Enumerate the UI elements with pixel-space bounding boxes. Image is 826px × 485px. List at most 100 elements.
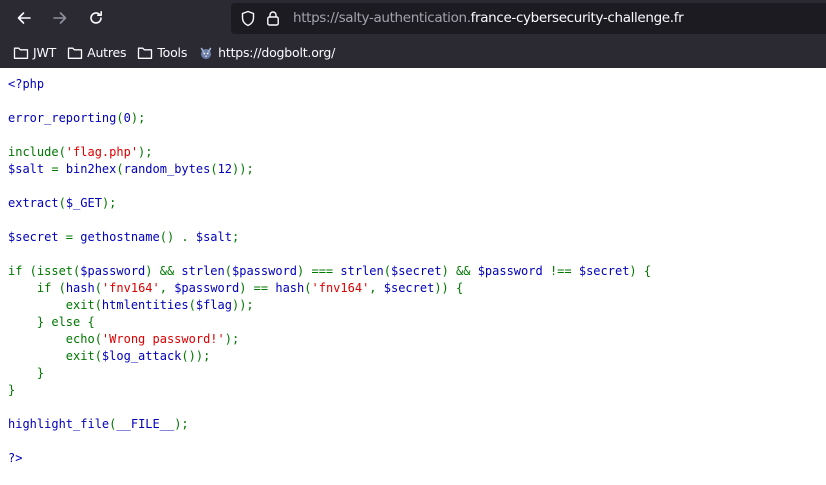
forward-button[interactable] <box>48 6 72 30</box>
code-token: , <box>159 281 175 295</box>
code-token: hash <box>275 281 305 295</box>
code-token: ) && <box>145 264 182 278</box>
code-token: !== <box>549 264 579 278</box>
code-token: include( <box>8 145 66 159</box>
code-token: } else { <box>36 315 95 329</box>
code-token: error_reporting <box>8 111 117 125</box>
reload-icon <box>90 11 102 24</box>
code-token: hash <box>65 281 95 295</box>
code-token: if ( <box>36 281 66 295</box>
code-token: ); <box>101 196 117 210</box>
code-token: $secret <box>390 264 442 278</box>
back-button[interactable] <box>12 6 36 30</box>
code-token: , <box>369 281 384 295</box>
code-line: <?php <box>8 76 651 93</box>
code-token: ( <box>58 196 66 210</box>
code-token: $flag <box>195 298 232 312</box>
code-token: = <box>65 230 81 244</box>
code-line: } <box>8 382 651 399</box>
code-token: $secret <box>8 230 66 244</box>
arrow-left-icon <box>17 12 31 24</box>
url-text[interactable]: https://salty-authentication.france-cybe… <box>293 3 684 34</box>
code-token: $_GET <box>65 196 102 210</box>
code-token: 12 <box>217 162 233 176</box>
code-token: 'flag.php' <box>65 145 139 159</box>
code-token: echo( <box>65 332 102 346</box>
code-token: )) { <box>434 281 464 295</box>
bookmark-dogbolt[interactable]: https://dogbolt.org/ <box>197 41 335 65</box>
code-token: strlen <box>181 264 225 278</box>
code-line: $secret = gethostname() . $salt; <box>8 229 651 246</box>
code-line: if (isset($password) && strlen($password… <box>8 263 651 280</box>
code-token: } <box>36 366 45 380</box>
code-token: exit( <box>65 298 102 312</box>
url-domain: france-cybersecurity-challenge.fr <box>470 10 684 26</box>
page-content: <?php error_reporting(0); include('flag.… <box>0 68 826 485</box>
bookmark-label: Autres <box>87 45 127 60</box>
bookmark-tools[interactable]: Tools <box>136 41 187 65</box>
tracking-protection-shield-icon[interactable] <box>240 10 256 27</box>
folder-icon <box>136 45 154 61</box>
code-line: exit(htmlentities($flag)); <box>8 297 651 314</box>
code-token: () . <box>159 230 196 244</box>
code-line: } <box>8 365 651 382</box>
bookmark-label: Tools <box>157 45 188 60</box>
code-token: ( <box>188 298 196 312</box>
code-token: ( <box>304 281 312 295</box>
code-line: if (hash('fnv164', $password) == hash('f… <box>8 280 651 297</box>
code-token: 0 <box>123 111 131 125</box>
code-token: ; <box>231 230 240 244</box>
code-token: = <box>51 162 66 176</box>
bookmarks-toolbar: JWT Autres Tools https://dogbolt.org/ <box>0 37 826 68</box>
code-token: ()); <box>181 349 211 363</box>
code-token: <?php <box>8 77 45 91</box>
code-token: )); <box>232 162 254 176</box>
code-token: ); <box>224 332 240 346</box>
navigation-toolbar: https://salty-authentication.france-cybe… <box>0 0 826 37</box>
code-line: extract($_GET); <box>8 195 651 212</box>
code-token: $salt <box>195 230 232 244</box>
code-token: gethostname <box>80 230 160 244</box>
code-token: ); <box>174 417 189 431</box>
bookmark-jwt[interactable]: JWT <box>12 41 56 65</box>
code-token: 'fnv164' <box>311 281 370 295</box>
code-line: error_reporting(0); <box>8 110 651 127</box>
code-token: $password <box>232 264 298 278</box>
reload-button[interactable] <box>84 6 108 30</box>
code-token: ) && <box>441 264 478 278</box>
code-token: ) { <box>629 264 652 278</box>
code-line: ?> <box>8 450 651 467</box>
code-token: extract <box>8 196 59 210</box>
url-bar[interactable]: https://salty-authentication.france-cybe… <box>231 3 826 34</box>
url-prefix: https://salty-authentication. <box>293 10 471 26</box>
code-token: ); <box>138 145 153 159</box>
code-token: ) == <box>239 281 276 295</box>
code-line: exit($log_attack()); <box>8 348 651 365</box>
bookmark-autres[interactable]: Autres <box>66 41 127 65</box>
code-token: ( <box>94 281 102 295</box>
code-token: ( <box>383 264 391 278</box>
code-token: $secret <box>578 264 630 278</box>
code-token: $salt <box>8 162 52 176</box>
code-token: ( <box>116 111 124 125</box>
code-token: if (isset( <box>8 264 81 278</box>
code-token: )); <box>231 298 254 312</box>
code-token: } <box>8 383 16 397</box>
lock-icon[interactable] <box>266 10 280 27</box>
code-token: __FILE__ <box>116 417 175 431</box>
browser-chrome: https://salty-authentication.france-cybe… <box>0 0 826 68</box>
code-token: exit( <box>65 349 102 363</box>
folder-icon <box>66 45 84 61</box>
code-line: $salt = bin2hex(random_bytes(12)); <box>8 161 651 178</box>
